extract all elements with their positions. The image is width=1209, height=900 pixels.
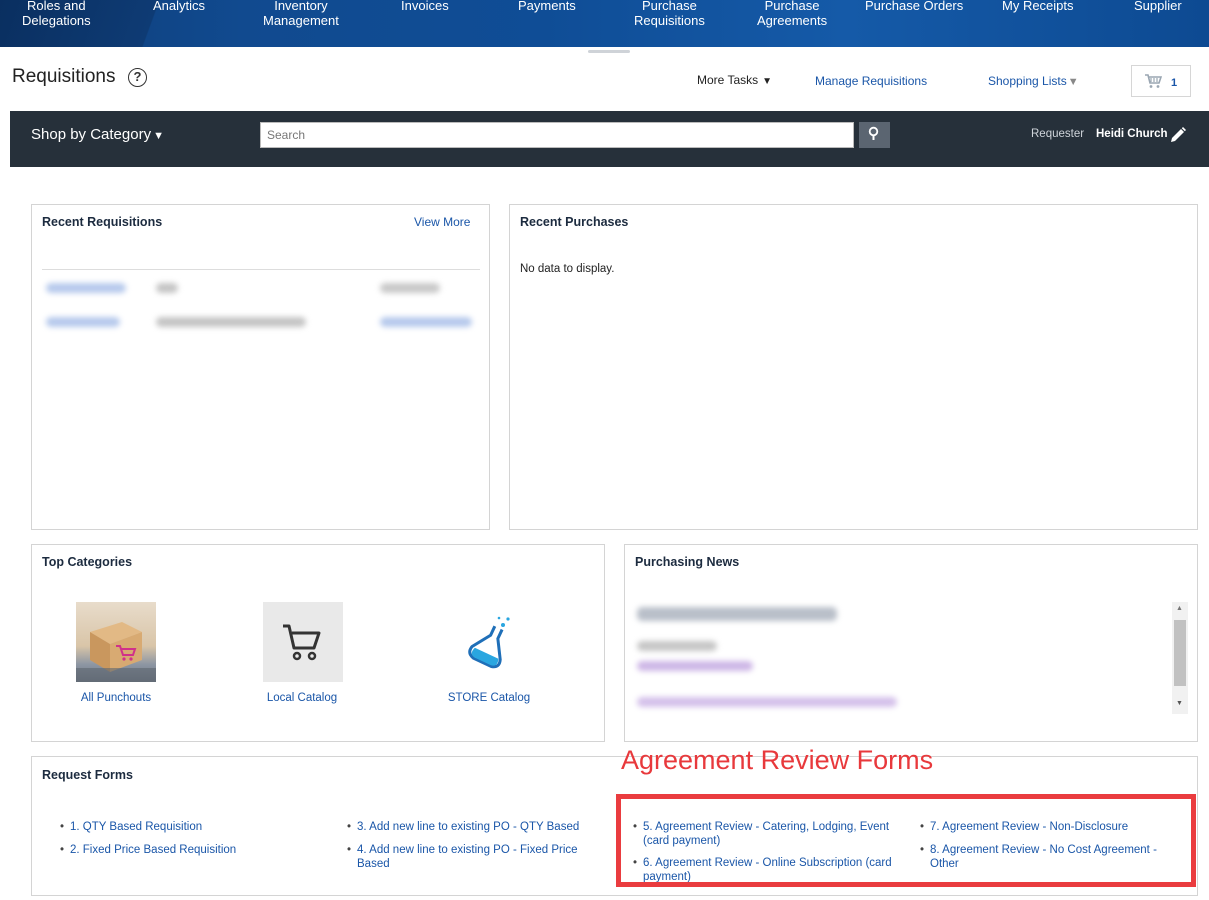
nav-purchase-requisitions[interactable]: Purchase Requisitions — [634, 0, 705, 28]
redacted-requisition-link[interactable] — [46, 317, 120, 327]
manage-requisitions-link[interactable]: Manage Requisitions — [815, 74, 927, 88]
top-navigation: Roles and Delegations Analytics Inventor… — [0, 0, 1209, 47]
redacted-status-link[interactable] — [380, 317, 472, 327]
collapse-handle[interactable] — [588, 50, 630, 53]
category-store-catalog-label[interactable]: STORE Catalog — [419, 692, 559, 704]
punchout-box-icon[interactable] — [76, 602, 156, 682]
more-tasks-menu[interactable]: More Tasks ▼ — [697, 73, 772, 87]
scroll-down-arrow-icon[interactable]: ▼ — [1176, 700, 1183, 707]
nav-supplier[interactable]: Supplier — [1134, 0, 1182, 13]
flask-icon[interactable] — [450, 602, 530, 682]
edit-pencil-icon[interactable] — [1169, 126, 1187, 144]
cart-count-badge: 1 — [1171, 77, 1178, 89]
nav-analytics[interactable]: Analytics — [153, 0, 205, 13]
recent-purchases-title: Recent Purchases — [520, 215, 629, 229]
search-input[interactable] — [260, 122, 854, 148]
redacted-news-heading — [637, 607, 837, 621]
search-bar: Shop by Category▼ Requester Heidi Church — [10, 111, 1209, 167]
shopping-cart-button[interactable]: 1 — [1131, 65, 1191, 97]
caret-down-icon: ▼ — [153, 130, 164, 142]
nav-inventory-management[interactable]: Inventory Management — [263, 0, 339, 28]
search-icon — [868, 126, 878, 140]
empty-message: No data to display. — [520, 263, 615, 275]
recent-requisitions-panel: Recent Requisitions View More — [31, 204, 490, 530]
redacted-text — [156, 283, 178, 293]
request-form-link[interactable]: • 1. QTY Based Requisition — [60, 820, 330, 834]
shopping-lists-label: Shopping Lists — [988, 74, 1067, 88]
shopping-lists-menu[interactable]: Shopping Lists▼ — [988, 74, 1079, 88]
cart-icon — [1145, 74, 1162, 88]
top-categories-title: Top Categories — [42, 555, 133, 569]
shop-by-category-label: Shop by Category — [31, 126, 152, 143]
recent-purchases-panel: Recent Purchases No data to display. — [509, 204, 1198, 530]
page-title: Requisitions — [12, 66, 116, 87]
annotation-highlight-box — [616, 794, 1196, 887]
redacted-text — [156, 317, 306, 327]
shop-by-category-menu[interactable]: Shop by Category ▼ — [31, 126, 164, 143]
divider — [42, 269, 480, 270]
view-more-link[interactable]: View More — [414, 215, 470, 229]
annotation-title: Agreement Review Forms — [621, 745, 934, 775]
category-all-punchouts-label[interactable]: All Punchouts — [46, 692, 186, 704]
redacted-text — [637, 641, 717, 651]
nav-payments[interactable]: Payments — [518, 0, 576, 13]
more-tasks-label: More Tasks — [697, 73, 759, 87]
redacted-requisition-link[interactable] — [46, 283, 126, 293]
nav-purchase-orders[interactable]: Purchase Orders — [865, 0, 963, 13]
nav-roles-delegations[interactable]: Roles and Delegations — [22, 0, 91, 28]
requester-name: Heidi Church — [1096, 128, 1168, 140]
redacted-text — [380, 283, 440, 293]
request-form-link[interactable]: • 2. Fixed Price Based Requisition — [60, 843, 330, 857]
top-categories-panel: Top Categories All Punchouts Local Catal… — [31, 544, 605, 742]
search-button[interactable] — [859, 122, 890, 148]
category-local-catalog-label[interactable]: Local Catalog — [232, 692, 372, 704]
scrollbar-thumb[interactable] — [1174, 620, 1186, 686]
nav-my-receipts[interactable]: My Receipts — [1002, 0, 1074, 13]
request-forms-title: Request Forms — [42, 768, 133, 782]
recent-requisitions-title: Recent Requisitions — [42, 215, 163, 229]
request-form-link[interactable]: • 4. Add new line to existing PO - Fixed … — [347, 843, 597, 871]
requester-label: Requester — [1031, 128, 1085, 140]
nav-purchase-agreements[interactable]: Purchase Agreements — [757, 0, 827, 28]
help-icon[interactable]: ? — [128, 68, 147, 87]
redacted-news-link[interactable] — [637, 697, 897, 707]
caret-down-icon: ▼ — [1067, 76, 1079, 88]
news-scrollbar[interactable]: ▲ ▼ — [1172, 602, 1188, 714]
nav-invoices[interactable]: Invoices — [401, 0, 449, 13]
purchasing-news-panel: Purchasing News ▲ ▼ — [624, 544, 1198, 742]
cart-icon[interactable] — [263, 602, 343, 682]
caret-down-icon: ▼ — [762, 76, 773, 87]
redacted-news-link[interactable] — [637, 661, 753, 671]
scroll-up-arrow-icon[interactable]: ▲ — [1176, 605, 1183, 612]
purchasing-news-title: Purchasing News — [635, 555, 740, 569]
request-form-link[interactable]: • 3. Add new line to existing PO - QTY Ba… — [347, 820, 597, 834]
